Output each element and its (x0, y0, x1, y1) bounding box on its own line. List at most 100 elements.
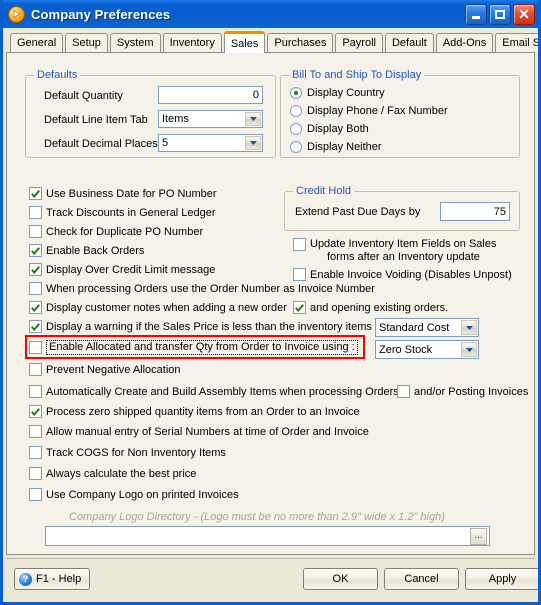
maximize-icon (495, 9, 505, 19)
tab-purchases[interactable]: Purchases (267, 33, 334, 52)
default-decimal-places-select[interactable]: 5 (158, 134, 263, 152)
browse-button[interactable]: ... (470, 527, 487, 545)
close-button[interactable]: ✕ (513, 3, 535, 25)
checkbox-and-opening-existing-orders[interactable]: and opening existing orders. (293, 301, 448, 314)
checkbox-label: Track Discounts in General Ledger (46, 206, 216, 219)
checkbox-box[interactable] (29, 341, 42, 354)
checkbox-check-duplicate-po[interactable]: Check for Duplicate PO Number (29, 225, 203, 238)
radio-button[interactable] (290, 141, 302, 153)
checkbox-use-company-logo[interactable]: Use Company Logo on printed Invoices (29, 488, 239, 501)
default-line-item-tab-select[interactable]: Items (158, 110, 263, 128)
tab-email-setup[interactable]: Email Setup (495, 33, 538, 52)
checkbox-box[interactable] (293, 268, 306, 281)
checkbox-box[interactable] (29, 385, 42, 398)
checkbox-box[interactable] (29, 206, 42, 219)
checkbox-andor-posting-invoices[interactable]: and/or Posting Invoices (397, 385, 528, 398)
chevron-down-icon[interactable] (245, 112, 261, 126)
checkbox-box[interactable] (29, 363, 42, 376)
checkbox-enable-invoice-voiding[interactable]: Enable Invoice Voiding (Disables Unpost) (293, 268, 512, 281)
sales-price-basis-value: Standard Cost (379, 321, 450, 334)
radio-display-neither[interactable]: Display Neither (290, 141, 382, 153)
checkbox-box[interactable] (29, 244, 42, 257)
maximize-button[interactable] (489, 3, 511, 25)
checkbox-label: Update Inventory Item Fields on Sales (310, 238, 497, 250)
play-circle-icon (8, 5, 25, 23)
checkbox-box[interactable] (29, 225, 42, 238)
defaults-group-legend: Defaults (34, 69, 81, 81)
cancel-button[interactable]: Cancel (384, 568, 459, 590)
default-quantity-label: Default Quantity (44, 90, 123, 102)
checkbox-label: When processing Orders use the Order Num… (46, 282, 375, 295)
radio-display-phone-fax[interactable]: Display Phone / Fax Number (290, 105, 448, 117)
tab-sales[interactable]: Sales (223, 31, 266, 53)
allocated-stock-basis-select[interactable]: Zero Stock (375, 340, 479, 359)
checkbox-label: Automatically Create and Build Assembly … (46, 385, 399, 398)
checkbox-display-sales-price-warning[interactable]: Display a warning if the Sales Price is … (29, 320, 372, 333)
checkbox-box[interactable] (29, 425, 42, 438)
radio-button[interactable] (290, 87, 302, 99)
radio-display-country[interactable]: Display Country (290, 87, 385, 99)
checkbox-box[interactable] (29, 405, 42, 418)
tab-system[interactable]: System (109, 33, 161, 52)
checkbox-box[interactable] (29, 263, 42, 276)
help-button[interactable]: ? F1 - Help (14, 568, 90, 590)
radio-button[interactable] (290, 123, 302, 135)
tab-payroll[interactable]: Payroll (335, 33, 383, 52)
checkbox-box[interactable] (293, 301, 306, 314)
checkbox-box[interactable] (29, 282, 42, 295)
sales-price-basis-select[interactable]: Standard Cost (375, 318, 479, 337)
radio-button[interactable] (290, 105, 302, 117)
minimize-button[interactable] (465, 3, 487, 25)
radio-label: Display Phone / Fax Number (307, 105, 448, 117)
checkbox-enable-back-orders[interactable]: Enable Back Orders (29, 244, 144, 257)
checkbox-label: Prevent Negative Allocation (46, 363, 181, 376)
checkbox-use-business-date[interactable]: Use Business Date for PO Number (29, 187, 217, 200)
tab-inventory[interactable]: Inventory (162, 33, 222, 52)
extend-past-due-days-input[interactable]: 75 (440, 202, 510, 221)
checkbox-label: Display a warning if the Sales Price is … (46, 320, 372, 333)
chevron-down-icon[interactable] (245, 136, 261, 150)
tab-addons[interactable]: Add-Ons (435, 33, 494, 52)
checkbox-display-customer-notes[interactable]: Display customer notes when adding a new… (29, 301, 287, 314)
checkbox-enable-allocated-transfer-qty[interactable]: Enable Allocated and transfer Qty from O… (29, 340, 358, 355)
tab-general[interactable]: General (10, 33, 64, 52)
tab-setup[interactable]: Setup (65, 33, 108, 52)
credit-hold-group: Credit Hold Extend Past Due Days by 75 (284, 185, 520, 231)
default-quantity-input[interactable]: 0 (158, 86, 263, 104)
checkbox-process-zero-shipped-qty[interactable]: Process zero shipped quantity items from… (29, 405, 360, 418)
checkbox-label: and opening existing orders. (310, 301, 449, 314)
bill-ship-display-group: Bill To and Ship To Display Display Coun… (280, 69, 520, 158)
checkbox-label: Enable Allocated and transfer Qty from O… (46, 340, 358, 355)
checkbox-label-block: Update Inventory Item Fields on Sales fo… (310, 238, 496, 264)
checkbox-allow-manual-serial-numbers[interactable]: Allow manual entry of Serial Numbers at … (29, 425, 369, 438)
checkbox-track-cogs-non-inventory[interactable]: Track COGS for Non Inventory Items (29, 446, 226, 459)
checkbox-box[interactable] (29, 187, 42, 200)
extend-past-due-days-label: Extend Past Due Days by (295, 206, 421, 218)
checkbox-label: Use Company Logo on printed Invoices (46, 488, 239, 501)
tab-strip: General Setup System Inventory Sales Pur… (3, 28, 538, 53)
checkbox-always-calculate-best-price[interactable]: Always calculate the best price (29, 467, 196, 480)
radio-dot-icon (294, 91, 298, 95)
tab-default[interactable]: Default (384, 33, 434, 52)
checkbox-display-over-credit-limit[interactable]: Display Over Credit Limit message (29, 263, 215, 276)
company-logo-directory-input[interactable]: ... (45, 526, 490, 546)
checkbox-track-discounts[interactable]: Track Discounts in General Ledger (29, 206, 216, 219)
chevron-down-icon[interactable] (461, 342, 477, 357)
checkbox-box[interactable] (29, 467, 42, 480)
checkbox-box[interactable] (29, 301, 42, 314)
checkbox-update-inventory-item-fields[interactable]: Update Inventory Item Fields on Sales fo… (293, 238, 496, 264)
checkbox-prevent-negative-allocation[interactable]: Prevent Negative Allocation (29, 363, 181, 376)
checkbox-label: Allow manual entry of Serial Numbers at … (46, 425, 369, 438)
ok-button[interactable]: OK (303, 568, 378, 590)
close-icon: ✕ (518, 6, 530, 22)
checkbox-box[interactable] (29, 446, 42, 459)
checkbox-auto-create-build-assembly[interactable]: Automatically Create and Build Assembly … (29, 385, 399, 398)
checkbox-box[interactable] (397, 385, 410, 398)
checkbox-box[interactable] (293, 238, 306, 251)
radio-display-both[interactable]: Display Both (290, 123, 369, 135)
checkbox-box[interactable] (29, 320, 42, 333)
checkbox-box[interactable] (29, 488, 42, 501)
chevron-down-icon[interactable] (461, 320, 477, 335)
apply-button[interactable]: Apply (465, 568, 538, 590)
checkbox-order-number-as-invoice-number[interactable]: When processing Orders use the Order Num… (29, 282, 375, 295)
